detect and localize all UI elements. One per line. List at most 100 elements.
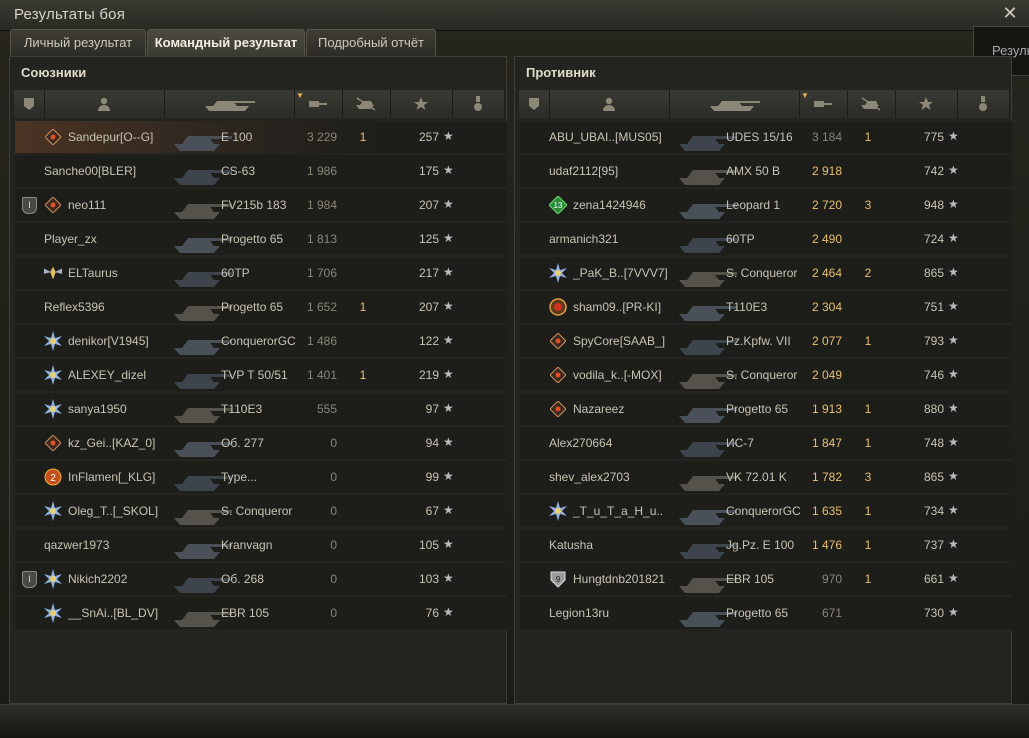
player-name: shev_alex2703: [549, 470, 630, 484]
xp-value: 751: [923, 300, 944, 314]
player-row[interactable]: Katusha Jg.Pz. E 100 1 476 1 737 ★: [520, 529, 1012, 563]
player-row[interactable]: kz_Gei..[KAZ_0] Об. 277 0 94 ★: [15, 427, 507, 461]
star-rank-icon: [43, 603, 63, 623]
header-player-icon[interactable]: [549, 90, 670, 118]
player-row[interactable]: vodila_k..[-MOX] S. Conqueror 2 049 746 ★: [520, 359, 1012, 393]
player-row[interactable]: _T_u_T_a_H_u.. ConquerorGC 1 635 1 734 ★: [520, 495, 1012, 529]
damage-value: 0: [330, 470, 337, 484]
header-player-icon[interactable]: [44, 90, 165, 118]
xp-star-icon: ★: [443, 503, 454, 517]
close-icon[interactable]: ✕: [1001, 4, 1019, 22]
player-row[interactable]: I Nikich2202 Об. 268 0 103 ★: [15, 563, 507, 597]
allies-table-header: ▼: [14, 90, 505, 118]
player-row[interactable]: denikor[V1945] ConquerorGC 1 486 122 ★: [15, 325, 507, 359]
player-row[interactable]: Oleg_T..[_SKOL] S. Conqueror 0 67 ★: [15, 495, 507, 529]
vehicle-name: Progetto 65: [726, 402, 789, 416]
vehicle-name: Kranvagn: [221, 538, 273, 552]
platoon-badge: I: [22, 571, 37, 588]
xp-value: 734: [923, 504, 944, 518]
player-row[interactable]: sanya1950 T110E3 555 97 ★: [15, 393, 507, 427]
header-damage-icon[interactable]: ▼: [294, 90, 343, 118]
xp-star-icon: ★: [948, 163, 959, 177]
header-vehicle-icon[interactable]: [164, 90, 295, 118]
damage-value: 1 986: [306, 164, 337, 178]
xp-value: 730: [923, 606, 944, 620]
xp-value: 125: [418, 232, 439, 246]
diamond-rank-icon: [548, 399, 568, 419]
player-row[interactable]: Nazareez Progetto 65 1 913 1 880 ★: [520, 393, 1012, 427]
player-name: Player_zx: [44, 232, 97, 246]
xp-star-icon: ★: [948, 571, 959, 585]
header-platoon-icon[interactable]: [14, 90, 45, 118]
winged-rank-icon: [43, 263, 63, 283]
vehicle-name: Об. 277: [221, 436, 264, 450]
header-medal-icon[interactable]: [452, 90, 505, 118]
player-row[interactable]: shev_alex2703 VK 72.01 K 1 782 3 865 ★: [520, 461, 1012, 495]
vehicle-name: EBR 105: [726, 572, 775, 586]
xp-star-icon: ★: [948, 129, 959, 143]
header-damage-icon[interactable]: ▼: [799, 90, 848, 118]
player-row[interactable]: Reflex5396 Progetto 65 1 652 1 207 ★: [15, 291, 507, 325]
xp-star-icon: ★: [948, 605, 959, 619]
player-name: sanya1950: [68, 402, 127, 416]
header-kills-icon[interactable]: [847, 90, 896, 118]
player-row[interactable]: 13 zena1424946 Leopard 1 2 720 3 948 ★: [520, 189, 1012, 223]
player-row[interactable]: 2 InFlamen[_KLG] Type... 0 99 ★: [15, 461, 507, 495]
header-xp-star-icon[interactable]: [895, 90, 958, 118]
vehicle-name: Progetto 65: [221, 300, 284, 314]
player-row[interactable]: ALEXEY_dizel TVP T 50/51 1 401 1 219 ★: [15, 359, 507, 393]
player-row[interactable]: udaf2112[95] AMX 50 B 2 918 742 ★: [520, 155, 1012, 189]
rank-13-icon: 13: [548, 195, 568, 215]
tab-team-result[interactable]: Командный результат: [147, 29, 305, 56]
xp-star-icon: ★: [443, 129, 454, 143]
damage-value: 1 401: [306, 368, 337, 382]
xp-value: 737: [923, 538, 944, 552]
player-row[interactable]: ABU_UBAI..[MUS05] UDES 15/16 3 184 1 775 ★: [520, 121, 1012, 155]
player-row[interactable]: SpyCore[SAAB_] Pz.Kpfw. VII 2 077 1 793 ★: [520, 325, 1012, 359]
header-vehicle-icon[interactable]: [669, 90, 800, 118]
xp-star-icon: ★: [443, 571, 454, 585]
damage-value: 2 304: [811, 300, 842, 314]
tab-detailed-report[interactable]: Подробный отчёт: [306, 29, 436, 56]
player-row[interactable]: Legion13ru Progetto 65 671 730 ★: [520, 597, 1012, 631]
xp-star-icon: ★: [443, 163, 454, 177]
xp-value: 175: [418, 164, 439, 178]
player-row[interactable]: Player_zx Progetto 65 1 813 125 ★: [15, 223, 507, 257]
player-row[interactable]: __SnAi..[BL_DV] EBR 105 0 76 ★: [15, 597, 507, 631]
player-row[interactable]: Ineo111 FV215b 183 1 984 207 ★: [15, 189, 507, 223]
player-row[interactable]: sham09..[PR-KI] T110E3 2 304 751 ★: [520, 291, 1012, 325]
player-name: kz_Gei..[KAZ_0]: [68, 436, 156, 450]
player-row[interactable]: Alex270664 ИС-7 1 847 1 748 ★: [520, 427, 1012, 461]
damage-value: 2 077: [811, 334, 842, 348]
player-row[interactable]: Sandepur[O--G] E 100 3 229 1 257 ★: [15, 121, 507, 155]
player-row[interactable]: qazwer1973 Kranvagn 0 105 ★: [15, 529, 507, 563]
header-platoon-icon[interactable]: [519, 90, 550, 118]
damage-value: 671: [821, 606, 842, 620]
damage-value: 1 813: [306, 232, 337, 246]
player-row[interactable]: Sanche00[BLER] CS-63 1 986 175 ★: [15, 155, 507, 189]
xp-star-icon: ★: [948, 299, 959, 313]
kills-value: 1: [359, 300, 367, 314]
header-medal-icon[interactable]: [957, 90, 1010, 118]
vehicle-name: ИС-7: [726, 436, 754, 450]
player-name: Sanche00[BLER]: [44, 164, 137, 178]
kills-value: 1: [864, 504, 872, 518]
xp-star-icon: ★: [948, 231, 959, 245]
bottom-bar: [0, 704, 1029, 738]
player-name: Hungtdnb201821: [573, 572, 666, 586]
header-kills-icon[interactable]: [342, 90, 391, 118]
header-xp-star-icon[interactable]: [390, 90, 453, 118]
player-name: __SnAi..[BL_DV]: [68, 606, 159, 620]
player-row[interactable]: ELTaurus 60TP 1 706 217 ★: [15, 257, 507, 291]
player-row[interactable]: 9 Hungtdnb201821 EBR 105 970 1 661 ★: [520, 563, 1012, 597]
diamond-rank-icon: [548, 331, 568, 351]
player-row[interactable]: armanich321 60TP 2 490 724 ★: [520, 223, 1012, 257]
enemies-panel: Противник ▼ ABU_UBAI..[MUS05] UDES 15/16 3…: [514, 56, 1012, 704]
player-row[interactable]: _PaK_B..[7VVV7] S. Conqueror 2 464 2 865 ★: [520, 257, 1012, 291]
damage-value: 555: [316, 402, 337, 416]
player-name: armanich321: [549, 232, 619, 246]
tab-personal-result[interactable]: Личный результат: [10, 29, 146, 56]
enemies-table-header: ▼: [519, 90, 1010, 118]
player-name: SpyCore[SAAB_]: [573, 334, 666, 348]
rank-2-icon: 2: [43, 467, 63, 487]
